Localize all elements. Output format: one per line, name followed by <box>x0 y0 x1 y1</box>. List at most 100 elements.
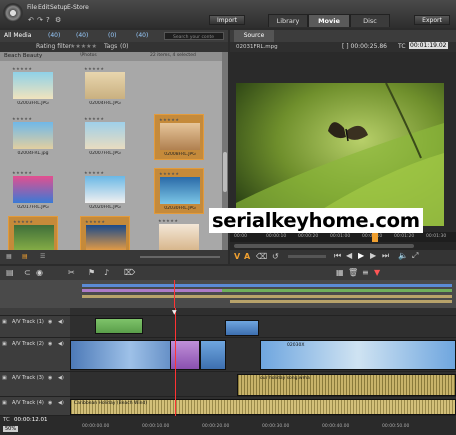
volume-tool-icon[interactable]: V <box>234 252 240 261</box>
step-forward-icon[interactable]: ▶ <box>370 251 376 260</box>
rating-stars-icon[interactable]: ★★★★★ <box>84 116 104 121</box>
library-thumbnail[interactable]: ★★★★★ 02004FRL.JPG <box>80 64 130 110</box>
rating-stars-icon[interactable]: ★★★★★ <box>13 219 33 224</box>
track-header[interactable]: ▣ A/V Track (3) ◉ ◀) <box>0 372 70 397</box>
track-header[interactable]: ▣ A/V Track (4) ◉ ◀) <box>0 397 70 416</box>
track-lock-icon[interactable]: ▣ <box>2 400 7 406</box>
timeline-playhead[interactable] <box>175 308 176 416</box>
go-end-icon[interactable]: ⏭ <box>382 251 389 261</box>
project-filter-count[interactable]: (40) <box>136 32 148 39</box>
track-visibility-icon[interactable]: ◉ <box>48 341 52 347</box>
list-view-icon[interactable]: ▦ <box>6 253 12 260</box>
export-button[interactable]: Export <box>414 15 450 25</box>
library-thumbnail[interactable]: ★★★★★ 02003FRL.JPG <box>8 64 58 110</box>
rating-stars-icon[interactable]: ★★★★★ <box>12 170 32 175</box>
tab-library[interactable]: Library <box>268 14 308 27</box>
library-thumbnail[interactable]: ★★★★★ 02030FRL.JPG <box>154 168 204 214</box>
track-header[interactable]: ▣ A/V Track (2) ◉ ◀) <box>0 338 70 372</box>
music-icon[interactable]: ♪ <box>104 268 109 277</box>
rating-stars-icon[interactable]: ★★★★★ <box>85 219 105 224</box>
track-lock-icon[interactable]: ▣ <box>2 319 7 325</box>
zoom-level[interactable]: 50% <box>3 426 19 432</box>
tags-label[interactable]: Tags <box>104 43 117 50</box>
library-thumbnail[interactable]: ★★★★★ 02004FRL.jpg <box>8 114 58 160</box>
rating-stars-icon[interactable]: ★★★★★ <box>12 116 32 121</box>
source-scrubber[interactable] <box>372 232 378 242</box>
timeline-navigator[interactable] <box>0 280 456 308</box>
audio-tool-icon[interactable]: A <box>244 252 250 261</box>
track-audio-icon[interactable]: ◀) <box>58 341 64 347</box>
magnet-icon[interactable]: ⊂ <box>24 268 31 277</box>
track-audio-icon[interactable]: ◀) <box>58 319 64 325</box>
source-timecode[interactable]: 00:01:19.02 <box>409 42 448 49</box>
trash-icon[interactable]: 🗑 <box>348 268 358 277</box>
marker-icon[interactable]: ⚑ <box>88 268 95 277</box>
track-lock-icon[interactable]: ▣ <box>2 341 7 347</box>
record-marker-icon[interactable]: ▼ <box>374 268 380 277</box>
go-start-icon[interactable]: ⏮ <box>334 251 341 261</box>
rating-stars-icon[interactable]: ★★★★★ <box>70 43 97 50</box>
menu-file[interactable]: File <box>27 4 37 11</box>
library-thumbnail[interactable]: ★★★★★ 02008FRL.JPG <box>154 114 204 160</box>
list-icon[interactable]: ≡ <box>362 268 369 277</box>
trim-icon[interactable]: ⌫ <box>256 252 267 261</box>
razor-icon[interactable]: ✂ <box>68 268 75 277</box>
rating-stars-icon[interactable]: ★★★★★ <box>159 171 179 176</box>
track-visibility-icon[interactable]: ◉ <box>48 319 52 325</box>
timeline-timecode[interactable]: 00:00:12.01 <box>14 417 47 423</box>
video-clip[interactable] <box>95 318 143 334</box>
details-view-icon[interactable]: ☰ <box>40 253 45 260</box>
library-thumbnail[interactable]: ★★★★★ 02007FRL.JPG <box>80 114 130 160</box>
import-button[interactable]: Import <box>209 15 245 25</box>
speaker-icon[interactable]: 🔈 <box>398 251 408 260</box>
timeline-view-icon[interactable]: ▦ <box>336 268 344 277</box>
rating-stars-icon[interactable]: ★★★★★ <box>84 170 104 175</box>
track-header-top[interactable] <box>0 308 70 316</box>
rating-stars-icon[interactable]: ★★★★★ <box>158 218 178 223</box>
source-scrollbar[interactable] <box>230 242 456 250</box>
tab-disc[interactable]: Disc <box>350 14 390 27</box>
track-visibility-icon[interactable]: ◉ <box>48 375 52 381</box>
library-thumbnail[interactable]: ★★★★★ 02020FRL.JPG <box>80 168 130 214</box>
redo-icon[interactable]: ↷ <box>37 17 44 24</box>
delete-icon[interactable]: ⌦ <box>124 268 135 277</box>
track-audio-icon[interactable]: ◀) <box>58 375 64 381</box>
rating-stars-icon[interactable]: ★★★★★ <box>159 117 179 122</box>
track-lane-top[interactable] <box>70 308 456 316</box>
playhead-handle-icon[interactable]: ▼ <box>172 309 177 316</box>
storyboard-icon[interactable]: ▤ <box>6 268 14 277</box>
help-icon[interactable]: ? <box>46 17 53 24</box>
navigator-playhead[interactable] <box>174 280 175 308</box>
rating-stars-icon[interactable]: ★★★★★ <box>84 66 104 71</box>
source-ruler[interactable]: 00:0000:00:1000:00:2000:01:0000:01:1000:… <box>230 232 456 242</box>
library-thumbnail[interactable]: ★★★★★ 02017FRL.JPG <box>8 168 58 214</box>
step-back-icon[interactable]: ◀ <box>346 251 352 260</box>
thumbnail-size-slider[interactable] <box>140 256 220 258</box>
audio-clip[interactable]: our holiday song.wma <box>237 374 456 396</box>
audio-clip[interactable]: Caribbean Holiday (Beach Wind) <box>70 399 456 415</box>
settings-icon[interactable]: ⚙ <box>55 17 62 24</box>
audio-filter-count[interactable]: (0) <box>108 32 117 39</box>
video-clip[interactable] <box>200 340 226 370</box>
track-audio-icon[interactable]: ◀) <box>58 400 64 406</box>
video-filter-count[interactable]: (40) <box>48 32 60 39</box>
tab-movie[interactable]: Movie <box>308 14 350 27</box>
track-header[interactable]: ▣ A/V Track (1) ◉ ◀) <box>0 316 70 338</box>
tab-source[interactable]: Source <box>234 30 274 42</box>
photo-filter-count[interactable]: (40) <box>76 32 88 39</box>
rating-stars-icon[interactable]: ★★★★★ <box>12 66 32 71</box>
fullscreen-icon[interactable]: ⤢ <box>412 251 418 261</box>
thumbnail-view-icon[interactable]: ▤ <box>22 253 28 260</box>
track-lock-icon[interactable]: ▣ <box>2 375 7 381</box>
menu-setup[interactable]: Setup <box>50 4 67 11</box>
loop-icon[interactable]: ↺ <box>272 252 279 261</box>
menu-edit[interactable]: Edit <box>38 4 50 11</box>
menu-estore[interactable]: E-Store <box>67 4 89 11</box>
video-clip[interactable]: 02030X <box>260 340 456 370</box>
jog-slider[interactable] <box>288 255 326 258</box>
track-visibility-icon[interactable]: ◉ <box>48 400 52 406</box>
play-icon[interactable]: ▶ <box>358 251 364 260</box>
search-input[interactable]: Search your conte <box>164 32 224 40</box>
record-voice-icon[interactable]: ◉ <box>36 268 43 277</box>
location-dropdown[interactable]: All Media <box>4 32 31 39</box>
